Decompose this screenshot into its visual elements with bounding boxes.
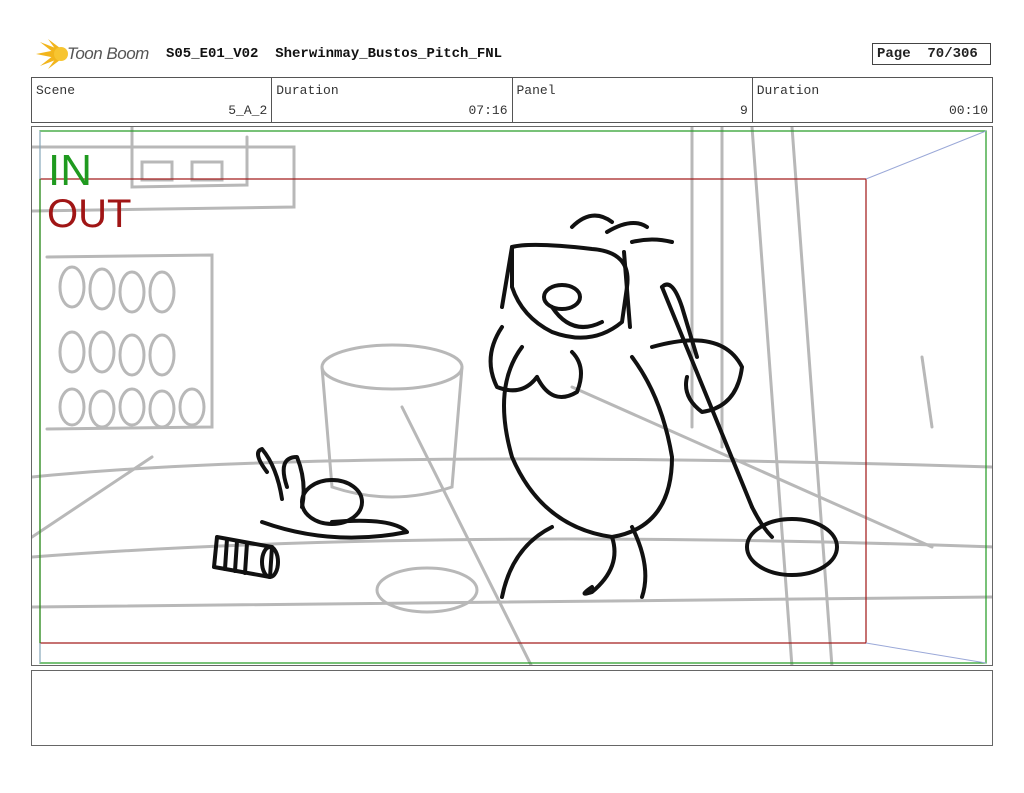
scene-cell: Scene 5_A_2 xyxy=(32,78,273,122)
panel-duration-cell: Duration 00:10 xyxy=(753,78,992,122)
in-frame-label: IN xyxy=(48,146,92,195)
logo-text: Toon Boom xyxy=(67,44,149,63)
scene-label: Scene xyxy=(36,83,76,98)
panel-info-row: Scene 5_A_2 Duration 07:16 Panel 9 Durat… xyxy=(31,77,993,123)
panel-cell: Panel 9 xyxy=(513,78,753,122)
panel-sketch xyxy=(32,127,992,665)
panel-duration-value: 00:10 xyxy=(948,103,988,118)
scene-duration-label: Duration xyxy=(276,83,339,98)
document-title: S05_E01_V02 Sherwinmay_Bustos_Pitch_FNL xyxy=(166,46,503,62)
out-frame-label: OUT xyxy=(47,192,132,236)
storyboard-panel: IN OUT xyxy=(31,126,993,666)
scene-value: 5_A_2 xyxy=(228,103,268,118)
panel-value: 9 xyxy=(739,103,748,118)
scene-duration-cell: Duration 07:16 xyxy=(272,78,513,122)
panel-notes xyxy=(31,670,993,746)
scene-duration-value: 07:16 xyxy=(468,103,508,118)
panel-label: Panel xyxy=(516,83,556,98)
page-counter: Page 70/306 xyxy=(872,43,991,65)
panel-duration-label: Duration xyxy=(756,83,820,98)
